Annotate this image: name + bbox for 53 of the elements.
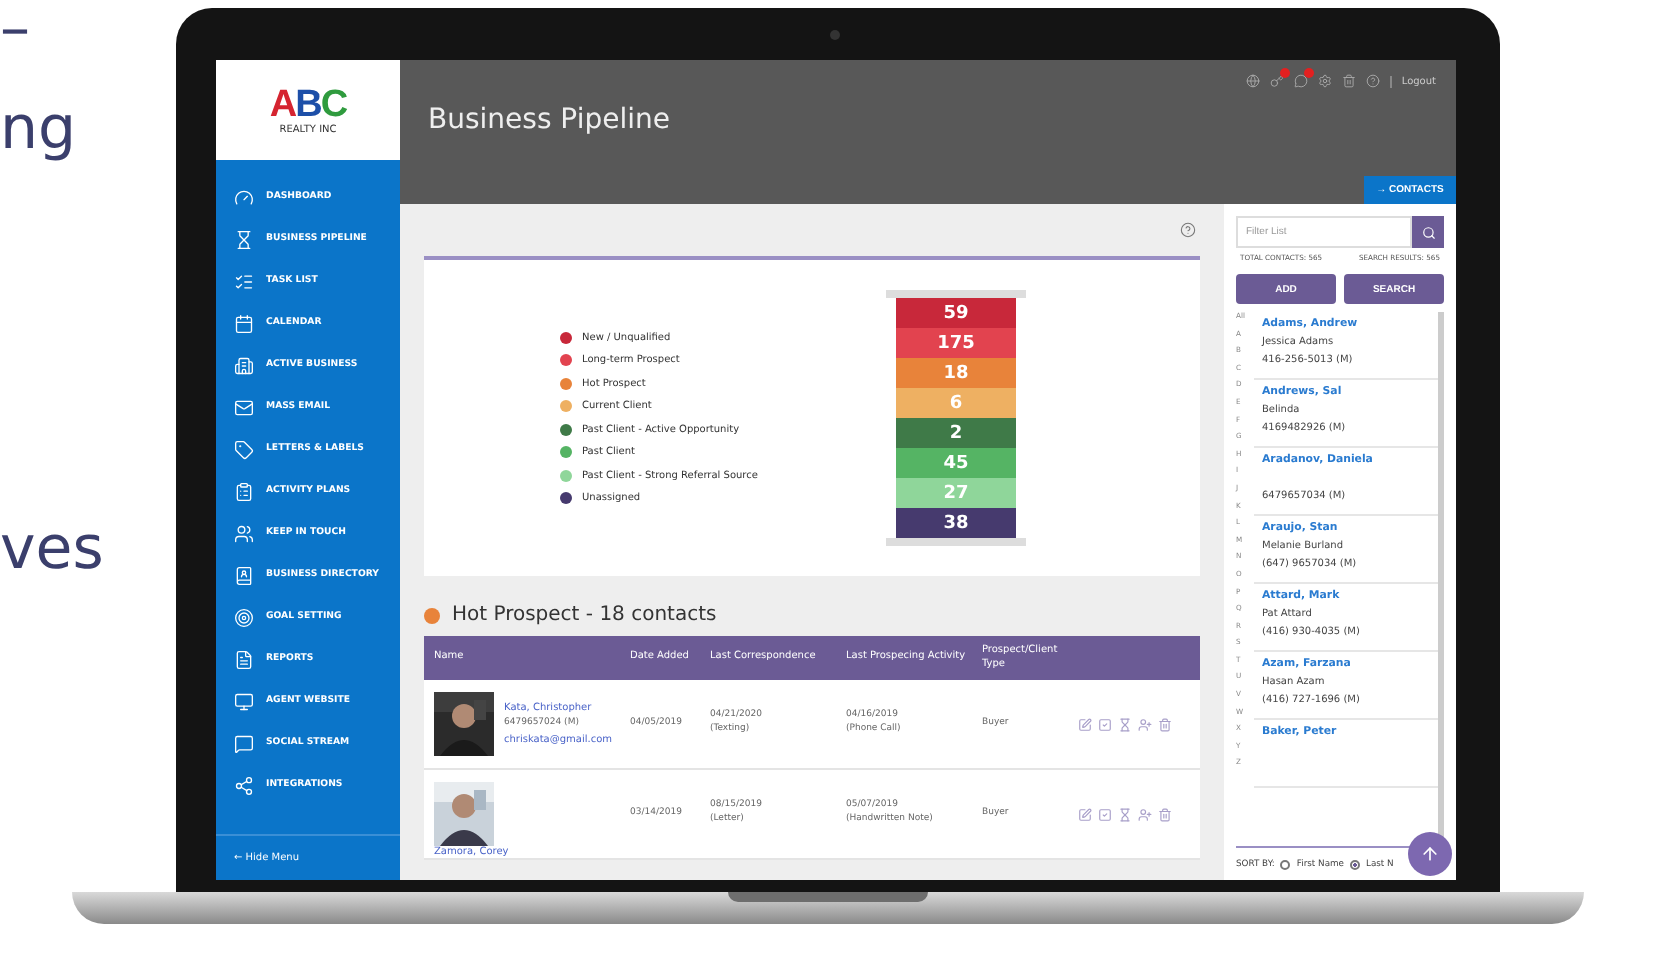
pipeline-segment[interactable]: 18 [896, 358, 1016, 388]
pipeline-segment[interactable]: 59 [896, 298, 1016, 328]
pipeline-segment[interactable]: 175 [896, 328, 1016, 358]
pipeline-segment[interactable]: 2 [896, 418, 1016, 448]
radio-button[interactable] [1350, 859, 1360, 869]
notification-badge [1279, 68, 1290, 78]
building-icon [234, 355, 254, 375]
search-icon [1421, 225, 1435, 239]
help-icon [1365, 74, 1380, 88]
notification-badge [1303, 68, 1314, 78]
pipeline-segment[interactable]: 38 [896, 508, 1016, 538]
clipboard-icon [234, 481, 254, 501]
gauge-icon [234, 187, 254, 207]
funnel-cap [886, 538, 1026, 546]
heading-text: – [0, 0, 32, 60]
trash-icon[interactable] [1158, 807, 1172, 821]
heading-text: ves [0, 520, 106, 580]
checkbox-icon[interactable] [1098, 807, 1112, 821]
globe-icon [1245, 74, 1260, 88]
document-icon [234, 649, 254, 669]
contact-book-icon [234, 565, 254, 585]
arrow-up-icon [1420, 844, 1440, 864]
monitor-icon [234, 691, 254, 711]
add-user-icon[interactable] [1138, 717, 1152, 731]
target-icon [234, 607, 254, 627]
pipeline-segment[interactable]: 45 [896, 448, 1016, 478]
edit-icon[interactable] [1078, 807, 1092, 821]
mail-icon [234, 397, 254, 417]
heading-text: ng [0, 100, 79, 160]
people-icon [234, 523, 254, 543]
checkbox-icon[interactable] [1098, 717, 1112, 731]
share-icon [234, 775, 254, 795]
calendar-icon [234, 313, 254, 333]
help-icon [1180, 222, 1196, 238]
edit-icon[interactable] [1078, 717, 1092, 731]
settings-icon [1317, 74, 1332, 88]
section-title: Hot Prospect - 18 contacts [452, 604, 717, 626]
checklist-icon [234, 271, 254, 291]
search-button[interactable] [1412, 216, 1444, 248]
key-icon [1269, 74, 1284, 88]
chat-icon [234, 733, 254, 753]
scroll-top-button[interactable] [1408, 832, 1452, 876]
hourglass-icon[interactable] [1118, 807, 1132, 821]
hourglass-icon [234, 229, 254, 249]
add-user-icon[interactable] [1138, 807, 1152, 821]
hourglass-icon[interactable] [1118, 717, 1132, 731]
trash-icon[interactable] [1158, 717, 1172, 731]
message-icon [1293, 74, 1308, 88]
radio-button[interactable] [1280, 859, 1291, 869]
page-title: Business Pipeline [428, 104, 672, 136]
trash-icon [1341, 74, 1356, 88]
funnel-cap [886, 290, 1026, 298]
tag-icon [234, 439, 254, 459]
